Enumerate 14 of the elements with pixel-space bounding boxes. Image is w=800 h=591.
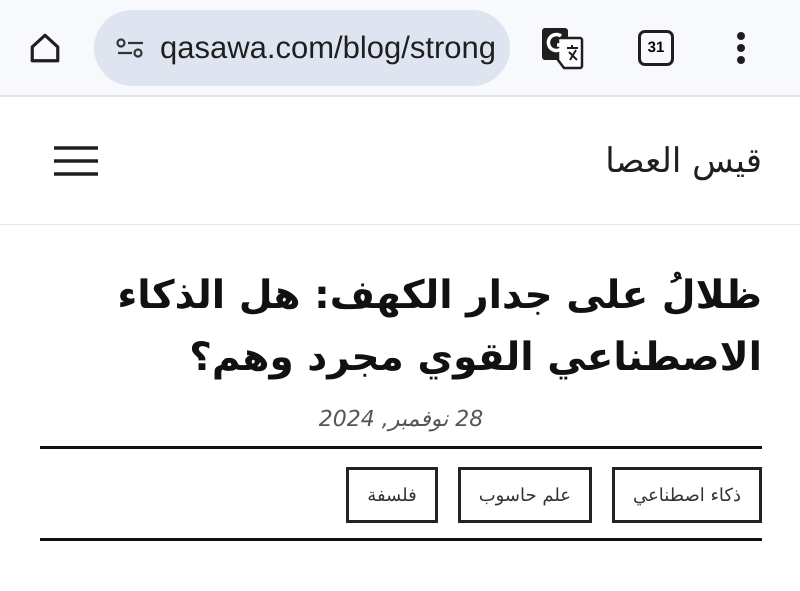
tag-link[interactable]: ذكاء اصطناعي bbox=[612, 467, 762, 523]
tag-link[interactable]: فلسفة bbox=[346, 467, 438, 523]
url-text: qasawa.com/blog/strong bbox=[160, 30, 496, 66]
menu-icon[interactable] bbox=[736, 30, 746, 64]
site-settings-icon[interactable] bbox=[116, 38, 144, 58]
menu-icon[interactable] bbox=[54, 144, 98, 176]
address-bar[interactable]: qasawa.com/blog/strong bbox=[94, 10, 510, 86]
translate-icon[interactable] bbox=[540, 26, 584, 70]
tag-link[interactable]: علم حاسوب bbox=[458, 467, 592, 523]
tab-count-button[interactable]: 31 bbox=[638, 30, 674, 66]
article-date: 28 نوفمبر, 2024 bbox=[318, 407, 484, 432]
article-title: ظلالُ على جدار الكهف: هل الذكاء الاصطناعي القوي مجرد وهم؟ bbox=[116, 270, 762, 382]
home-icon[interactable] bbox=[28, 30, 62, 64]
site-title[interactable]: قيس العصا bbox=[605, 140, 762, 180]
